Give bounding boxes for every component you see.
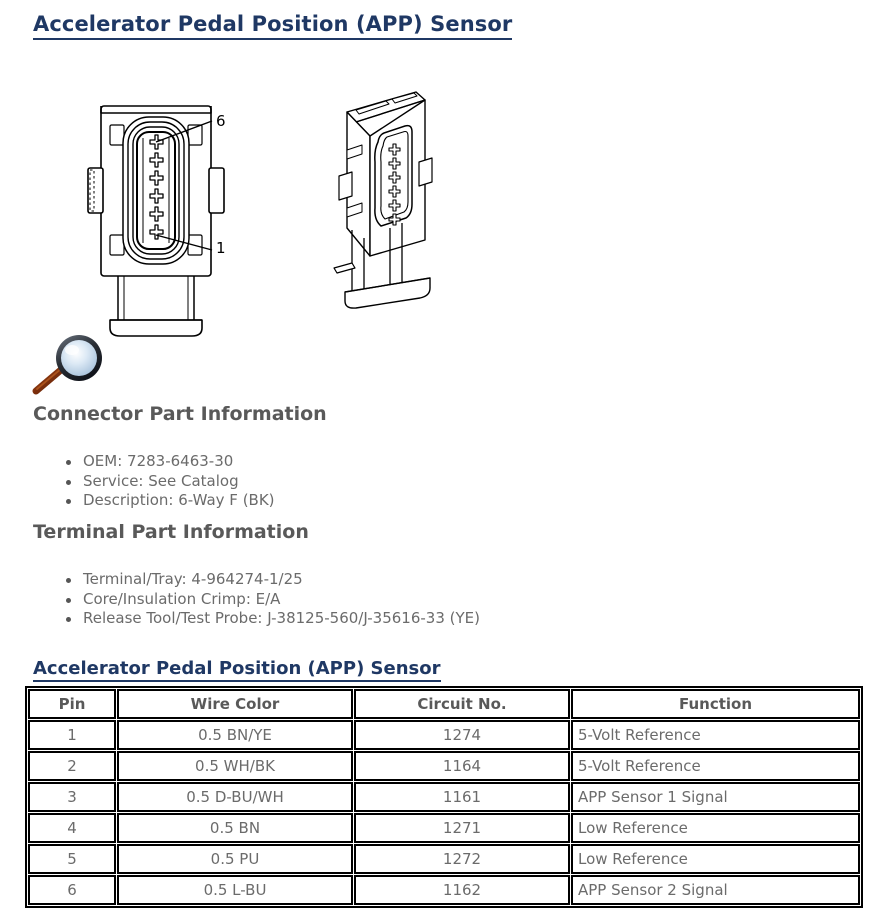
- pin-label-1: 1: [216, 239, 226, 257]
- list-item: Service: See Catalog: [62, 472, 275, 492]
- cell-wire-color: 0.5 L-BU: [117, 875, 353, 905]
- cell-pin: 6: [28, 875, 116, 905]
- connector-isometric-view-group: [333, 91, 433, 309]
- cell-wire-color: 0.5 D-BU/WH: [117, 782, 353, 812]
- magnifier-icon[interactable]: [26, 333, 116, 395]
- bullet-icon: [66, 479, 71, 485]
- list-item: Description: 6-Way F (BK): [62, 491, 275, 511]
- column-header-function: Function: [571, 689, 860, 719]
- cell-circuit-no: 1162: [354, 875, 570, 905]
- pin-table: Pin Wire Color Circuit No. Function 1 0.…: [25, 686, 863, 908]
- cell-wire-color: 0.5 WH/BK: [117, 751, 353, 781]
- connector-front-view-group: [87, 105, 225, 337]
- bullet-icon: [66, 499, 71, 504]
- cell-circuit-no: 1274: [354, 720, 570, 750]
- terminal-part-information-list: Terminal/Tray: 4-964274-1/25 Core/Insula…: [62, 570, 480, 629]
- list-item-label: Release Tool/Test Probe: J-38125-560/J-3…: [83, 609, 480, 627]
- connector-part-information-heading: Connector Part Information: [33, 403, 327, 425]
- cell-pin: 3: [28, 782, 116, 812]
- bullet-icon: [66, 597, 71, 603]
- connector-part-information-list: OEM: 7283-6463-30 Service: See Catalog D…: [62, 452, 275, 511]
- cell-function: APP Sensor 2 Signal: [571, 875, 860, 905]
- list-item-label: Core/Insulation Crimp: E/A: [83, 589, 281, 608]
- table-row: 6 0.5 L-BU 1162 APP Sensor 2 Signal: [28, 875, 860, 905]
- table-row: 3 0.5 D-BU/WH 1161 APP Sensor 1 Signal: [28, 782, 860, 812]
- cell-pin: 5: [28, 844, 116, 874]
- bullet-icon: [66, 617, 71, 622]
- cell-circuit-no: 1164: [354, 751, 570, 781]
- cell-wire-color: 0.5 BN: [117, 813, 353, 843]
- table-header-row: Pin Wire Color Circuit No. Function: [28, 689, 860, 719]
- list-item: Terminal/Tray: 4-964274-1/25: [62, 570, 480, 590]
- cell-pin: 4: [28, 813, 116, 843]
- magnifier-lens: [61, 340, 97, 376]
- cell-wire-color: 0.5 BN/YE: [117, 720, 353, 750]
- list-item-label: Service: See Catalog: [83, 471, 239, 490]
- page-title: Accelerator Pedal Position (APP) Sensor: [33, 12, 513, 40]
- list-item: OEM: 7283-6463-30: [62, 452, 275, 472]
- cell-circuit-no: 1272: [354, 844, 570, 874]
- column-header-pin: Pin: [28, 689, 116, 719]
- cell-function: Low Reference: [571, 844, 860, 874]
- pin-table-title: Accelerator Pedal Position (APP) Sensor: [33, 658, 441, 682]
- table-row: 1 0.5 BN/YE 1274 5-Volt Reference: [28, 720, 860, 750]
- cell-pin: 2: [28, 751, 116, 781]
- connector-illustration: 6 1: [0, 80, 500, 340]
- cell-function: 5-Volt Reference: [571, 720, 860, 750]
- list-item-label: Terminal/Tray: 4-964274-1/25: [83, 570, 303, 588]
- table-row: 5 0.5 PU 1272 Low Reference: [28, 844, 860, 874]
- cell-function: Low Reference: [571, 813, 860, 843]
- pin-label-6: 6: [216, 112, 226, 130]
- list-item-label: Description: 6-Way F (BK): [83, 491, 275, 509]
- cell-circuit-no: 1271: [354, 813, 570, 843]
- cell-function: 5-Volt Reference: [571, 751, 860, 781]
- list-item: Core/Insulation Crimp: E/A: [62, 590, 480, 610]
- terminal-part-information-heading: Terminal Part Information: [33, 521, 309, 543]
- list-item-label: OEM: 7283-6463-30: [83, 452, 234, 470]
- cell-wire-color: 0.5 PU: [117, 844, 353, 874]
- bullet-icon: [66, 460, 71, 465]
- column-header-circuit-no: Circuit No.: [354, 689, 570, 719]
- cell-circuit-no: 1161: [354, 782, 570, 812]
- cell-pin: 1: [28, 720, 116, 750]
- column-header-wire-color: Wire Color: [117, 689, 353, 719]
- bullet-icon: [66, 578, 71, 583]
- list-item: Release Tool/Test Probe: J-38125-560/J-3…: [62, 609, 480, 629]
- table-row: 4 0.5 BN 1271 Low Reference: [28, 813, 860, 843]
- cell-function: APP Sensor 1 Signal: [571, 782, 860, 812]
- table-row: 2 0.5 WH/BK 1164 5-Volt Reference: [28, 751, 860, 781]
